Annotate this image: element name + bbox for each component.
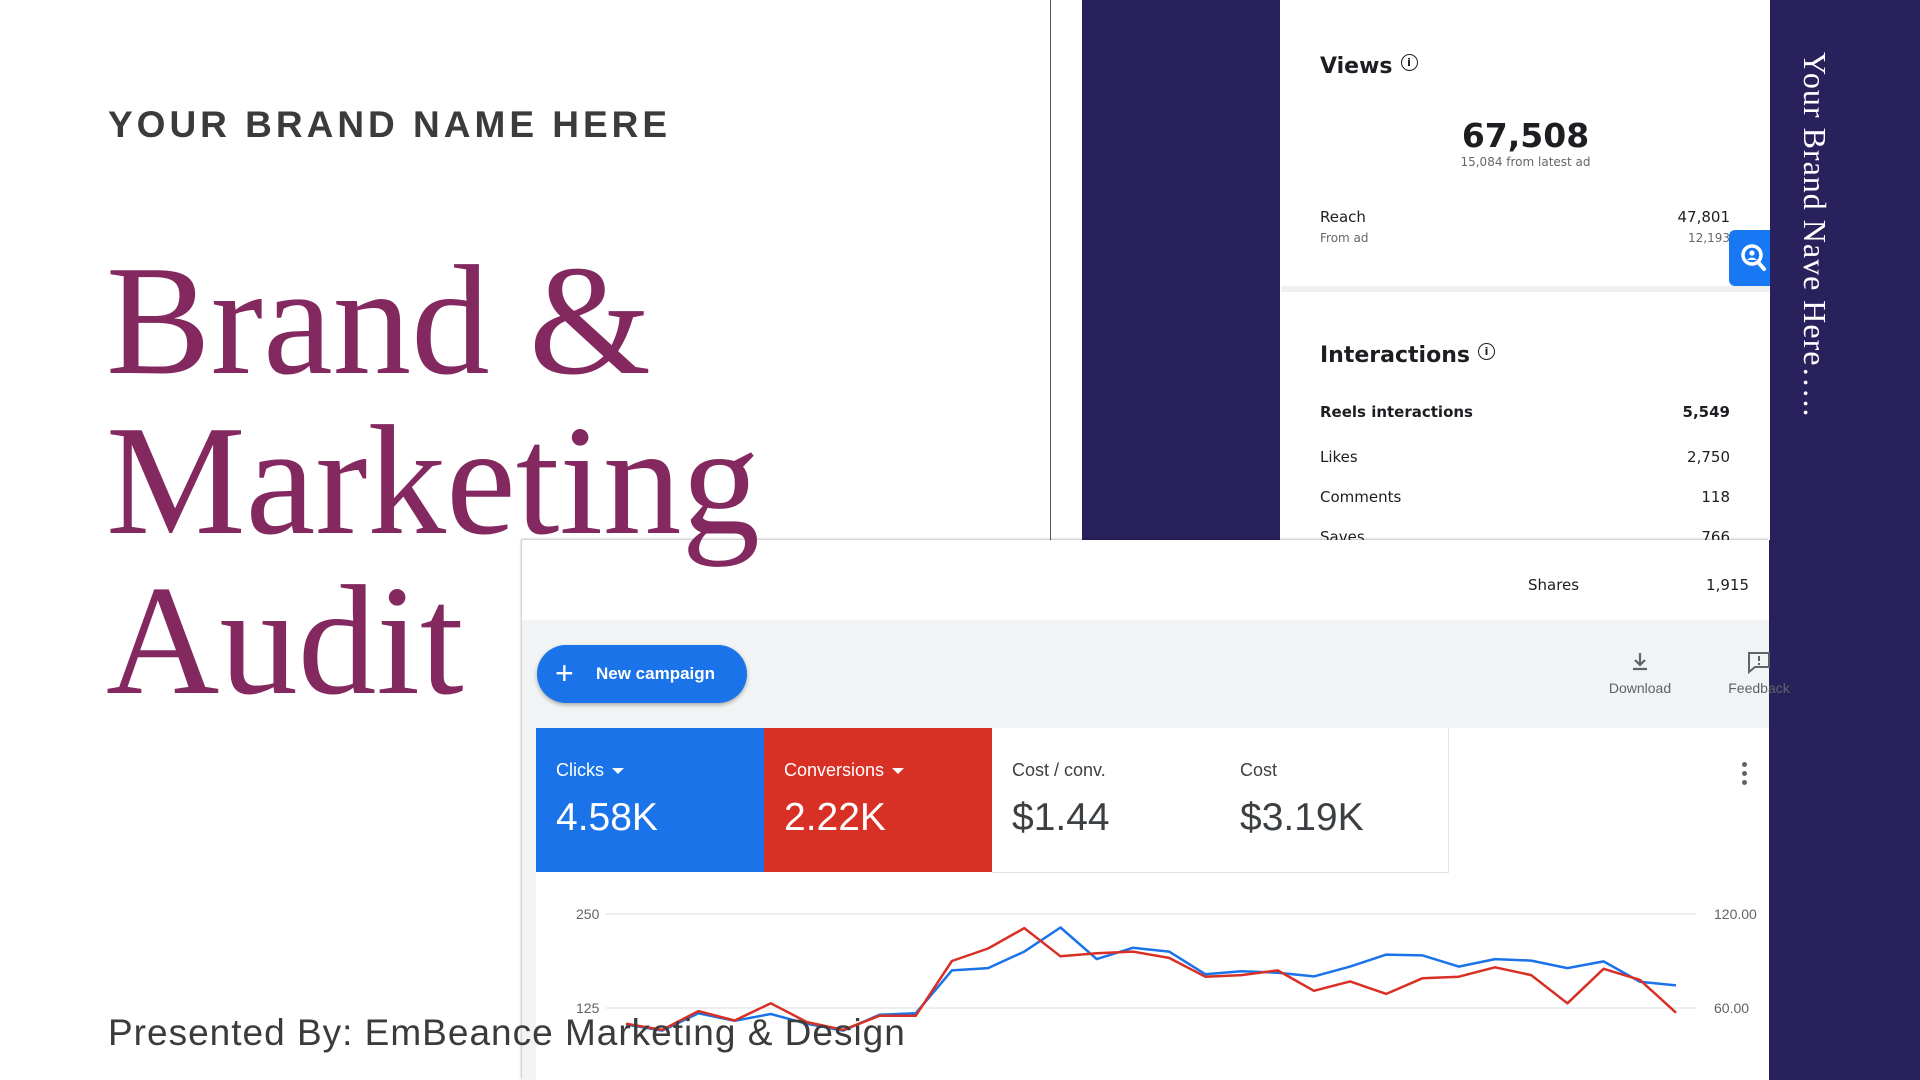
reach-value: 47,801 <box>1677 208 1731 226</box>
brand-name-heading: YOUR BRAND NAME HERE <box>108 104 672 145</box>
title-line-2: Marketing <box>106 393 760 567</box>
cost-per-conv-label: Cost / conv. <box>1012 760 1106 780</box>
reach-label: Reach <box>1320 208 1366 226</box>
cost-label: Cost <box>1240 760 1278 780</box>
insights-screenshot: Views i 67,508 15,084 from latest ad Reac… <box>1050 0 1770 546</box>
feedback-icon <box>1748 652 1770 674</box>
feedback-button[interactable]: Feedback <box>1719 650 1799 696</box>
more-vert-icon[interactable] <box>1740 762 1750 788</box>
interactions-heading: Interactions i <box>1320 343 1495 368</box>
navy-panel <box>1082 0 1280 540</box>
cost-per-conv-value: $1.44 <box>1012 796 1110 839</box>
interactions-card: Interactions i Reels interactions 5,549 L… <box>1281 292 1770 546</box>
right-axis-tick-label: 120.00 <box>1714 906 1757 922</box>
cost-metric-tile[interactable]: Cost $3.19K <box>1220 728 1449 873</box>
left-axis-tick-label: 250 <box>576 906 600 922</box>
conversions-label: Conversions <box>784 760 905 781</box>
title-line-1: Brand & <box>106 233 652 407</box>
from-ad-value: 12,193 <box>1688 231 1730 245</box>
info-icon[interactable]: i <box>1477 343 1495 360</box>
feedback-label: Feedback <box>1728 680 1790 696</box>
views-total: 67,508 <box>1461 116 1590 155</box>
interaction-value: 1,915 <box>1706 576 1749 594</box>
info-icon[interactable]: i <box>1400 54 1418 71</box>
caret-down-icon <box>612 768 624 775</box>
download-icon <box>1633 653 1647 671</box>
cost-value: $3.19K <box>1240 796 1364 839</box>
download-button[interactable]: Download <box>1600 650 1680 696</box>
download-label: Download <box>1608 680 1672 696</box>
interaction-label: Reels interactions <box>1320 403 1473 421</box>
right-axis-tick-label: 60.00 <box>1714 1000 1749 1016</box>
presented-by-text: Presented By: EmBeance Marketing & Desig… <box>108 1012 906 1053</box>
interaction-value: 5,549 <box>1682 403 1730 421</box>
caret-down-icon <box>892 768 905 775</box>
views-title: Views <box>1320 54 1393 79</box>
conversions-metric-tile[interactable]: Conversions 2.22K <box>764 728 992 872</box>
cost-per-conv-metric-tile[interactable]: Cost / conv. $1.44 <box>992 728 1221 873</box>
views-heading: Views i <box>1320 54 1418 79</box>
clicks-value: 4.58K <box>556 796 658 839</box>
clicks-label: Clicks <box>556 760 624 781</box>
interaction-label: Likes <box>1320 448 1358 466</box>
views-latest: 15,084 from latest ad <box>1460 155 1591 169</box>
interaction-value: 2,750 <box>1687 448 1730 466</box>
interaction-label: Comments <box>1320 488 1402 506</box>
views-card: Views i 67,508 15,084 from latest ad Reac… <box>1281 0 1770 286</box>
interactions-title: Interactions <box>1320 343 1470 368</box>
side-brand-text: Your Brand Nave Here….. <box>1797 52 1833 418</box>
slide-title: Brand & Marketing Audit <box>106 240 826 720</box>
zoom-icon[interactable] <box>1729 230 1770 286</box>
clicks-metric-tile[interactable]: Clicks 4.58K <box>536 728 764 872</box>
conversions-value: 2.22K <box>784 796 886 839</box>
interaction-label: Shares <box>1528 576 1580 594</box>
interaction-value: 118 <box>1701 488 1730 506</box>
from-ad-label: From ad <box>1320 231 1369 245</box>
title-line-3: Audit <box>106 553 464 727</box>
